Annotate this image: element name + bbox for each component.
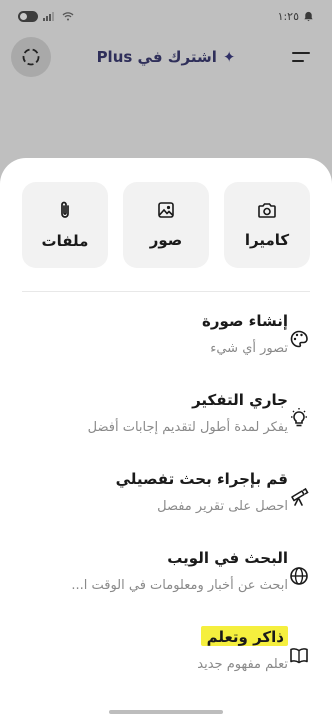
menu-item-subtitle: يفكر لمدة أطول لتقديم إجابات أفضل (87, 420, 288, 435)
dashed-circle-icon (21, 47, 41, 67)
photos-label: صور (149, 231, 183, 249)
menu-icon (291, 50, 311, 64)
files-label: ملفات (41, 232, 89, 250)
book-icon (288, 644, 310, 666)
upgrade-label: اشترك في Plus (96, 48, 217, 66)
menu-button[interactable] (281, 37, 321, 77)
top-bar: ✦ اشترك في Plus (0, 36, 332, 78)
battery-saver-icon (18, 10, 38, 22)
status-time: ١:٢٥ (277, 9, 299, 23)
menu-item-title: البحث في الويب (167, 549, 288, 567)
new-temporary-chat-button[interactable] (11, 37, 51, 77)
status-right: ١:٢٥ (278, 10, 314, 23)
menu-item-title: إنشاء صورة (202, 312, 288, 330)
image-icon (157, 201, 175, 219)
status-bar: ١:٢٥ (0, 0, 332, 32)
menu-item-subtitle: ابحث عن أخبار ومعلومات في الوقت ا... (71, 578, 288, 593)
menu-item-title: جاري التفكير (192, 391, 288, 409)
palette-icon (288, 328, 310, 350)
status-left (18, 10, 74, 22)
paperclip-icon (57, 200, 73, 220)
camera-icon (257, 201, 277, 219)
menu-item-subtitle: احصل على تقرير مفصل (157, 499, 288, 514)
menu-item-title: ذاكر وتعلم (18, 626, 288, 648)
notification-bell-icon (303, 11, 314, 22)
camera-label: كاميرا (244, 231, 290, 249)
tools-menu: إنشاء صورة تصور أي شيء جاري التفكير يفكر… (0, 310, 332, 705)
signal-icon (43, 11, 57, 21)
menu-item-study-learn[interactable]: ذاكر وتعلم تعلم مفهوم جديد (0, 626, 332, 705)
globe-icon (288, 565, 310, 587)
menu-item-subtitle: تعلم مفهوم جديد (197, 657, 288, 672)
attachment-tiles: كاميرا صور ملفات (22, 182, 310, 268)
wifi-icon (62, 11, 74, 21)
menu-item-web-search[interactable]: البحث في الويب ابحث عن أخبار ومعلومات في… (0, 547, 332, 626)
sparkle-icon: ✦ (222, 48, 236, 66)
menu-item-title: قم بإجراء بحث تفصيلي (115, 470, 288, 488)
camera-tile[interactable]: كاميرا (224, 182, 310, 268)
home-indicator[interactable] (109, 710, 223, 714)
divider (22, 291, 310, 292)
menu-item-deep-research[interactable]: قم بإجراء بحث تفصيلي احصل على تقرير مفصل (0, 468, 332, 547)
lightbulb-icon (288, 407, 310, 429)
telescope-icon (288, 486, 310, 508)
highlighted-title: ذاكر وتعلم (200, 626, 288, 646)
menu-item-thinking[interactable]: جاري التفكير يفكر لمدة أطول لتقديم إجابا… (0, 389, 332, 468)
files-tile[interactable]: ملفات (22, 182, 108, 268)
upgrade-plus-button[interactable]: ✦ اشترك في Plus (97, 48, 236, 66)
photos-tile[interactable]: صور (123, 182, 209, 268)
menu-item-create-image[interactable]: إنشاء صورة تصور أي شيء (0, 310, 332, 389)
menu-item-subtitle: تصور أي شيء (210, 341, 288, 356)
attachment-sheet: كاميرا صور ملفات إنشاء صورة تصور أي شيء (0, 158, 332, 720)
